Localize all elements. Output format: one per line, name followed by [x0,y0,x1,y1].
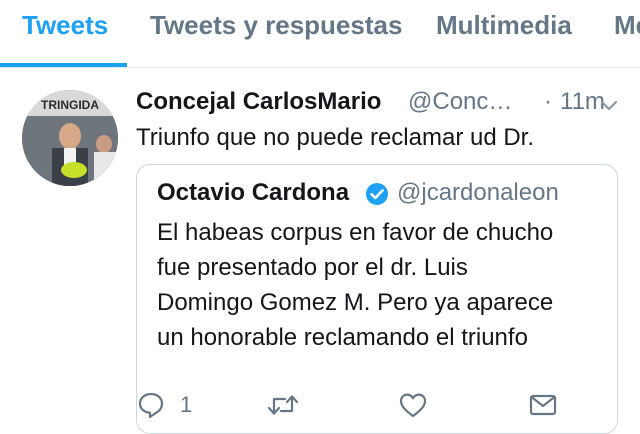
active-tab-indicator [0,63,127,67]
tab-likes[interactable]: Me [614,10,640,41]
quoted-tweet-text: El habeas corpus en favor de chucho fue … [157,215,612,355]
tab-media[interactable]: Multimedia [436,10,572,41]
tweet-text: Triunfo que no puede reclamar ud Dr. [136,124,535,151]
avatar-banner-text: TRINGIDA [41,98,99,112]
author-handle[interactable]: @Conc… [408,88,512,116]
quoted-text-line: un honorable reclamando el triunfo [157,324,528,351]
author-name[interactable]: Concejal CarlosMario [136,88,381,116]
separator-dot: · [544,88,552,115]
tab-tweets[interactable]: Tweets [22,10,108,41]
retweet-icon [266,390,300,420]
retweet-button[interactable] [266,390,300,420]
tweet-actions: 1 [0,390,640,420]
quoted-author-handle: @jcardonaleon [397,179,559,206]
quoted-text-line: fue presentado por el dr. Luis [157,254,468,281]
like-icon [398,390,428,420]
reply-count: 1 [180,392,193,417]
tweet[interactable]: TRINGIDA Concejal CarlosMario @Conc… · 1… [0,68,640,434]
quoted-text-line: El habeas corpus en favor de chucho [157,219,554,246]
dm-button[interactable] [528,390,558,420]
dm-icon [528,390,558,420]
quoted-tweet-header: Octavio Cardona @jcardonaleon [157,179,612,211]
quoted-text-line: Domingo Gomez M. Pero ya aparece [157,289,554,316]
chevron-down-icon[interactable] [598,94,620,116]
reply-button[interactable] [136,390,166,420]
quoted-author-name: Octavio Cardona [157,179,350,206]
tab-tweets-and-replies[interactable]: Tweets y respuestas [150,10,402,41]
tweet-header: Concejal CarlosMario @Conc… · 11m [136,88,626,120]
verified-badge-icon [365,182,389,206]
like-button[interactable] [398,390,428,420]
reply-icon [136,390,166,420]
avatar[interactable]: TRINGIDA [22,90,118,186]
profile-tabs: Tweets Tweets y respuestas Multimedia Me [0,0,640,68]
